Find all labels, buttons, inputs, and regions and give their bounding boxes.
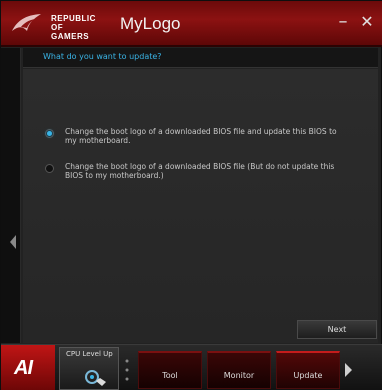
cpu-level-up-icon	[85, 370, 106, 386]
rog-eye-logo-icon	[12, 14, 41, 31]
app-title: MyLogo	[120, 14, 181, 33]
ai-logo-text: AI	[14, 357, 33, 379]
question-label: What do you want to update?	[43, 52, 162, 61]
ai-suite-logo-button[interactable]: AI	[1, 345, 55, 390]
tab-tool[interactable]: Tool	[138, 351, 202, 389]
question-bar: What do you want to update?	[23, 48, 378, 68]
next-button[interactable]: Next	[297, 320, 377, 339]
cpu-level-up-label: CPU Level Up	[66, 350, 113, 358]
more-dots-icon	[125, 359, 129, 381]
left-sidebar-strip	[1, 48, 21, 343]
tab-update[interactable]: Update	[276, 351, 340, 389]
rog-brand-text: REPUBLIC OF GAMERS	[51, 14, 109, 41]
brand-line2: GAMERS	[51, 32, 90, 41]
brand-line1: REPUBLIC OF	[51, 14, 96, 32]
tab-monitor[interactable]: Monitor	[207, 351, 271, 389]
option-update-bios-label: Change the boot logo of a downloaded BIO…	[65, 127, 337, 145]
radio-no-update-bios[interactable]	[45, 164, 54, 173]
scroll-right-arrow-icon[interactable]	[345, 363, 352, 377]
content-panel: Change the boot logo of a downloaded BIO…	[23, 69, 378, 343]
collapse-left-arrow-icon[interactable]	[10, 235, 16, 249]
bottom-nav-bar: AI CPU Level Up Tool Monitor Update	[1, 344, 382, 390]
mylogo-window: REPUBLIC OF GAMERS MyLogo – ✕ What do yo…	[0, 0, 382, 390]
cpu-level-up-tile[interactable]: CPU Level Up	[59, 347, 119, 390]
close-button[interactable]: ✕	[358, 13, 376, 31]
title-bar[interactable]: REPUBLIC OF GAMERS MyLogo – ✕	[1, 1, 382, 47]
option-no-update-bios-label: Change the boot logo of a downloaded BIO…	[65, 162, 335, 180]
radio-update-bios[interactable]	[45, 129, 54, 138]
minimize-button[interactable]: –	[334, 13, 352, 31]
